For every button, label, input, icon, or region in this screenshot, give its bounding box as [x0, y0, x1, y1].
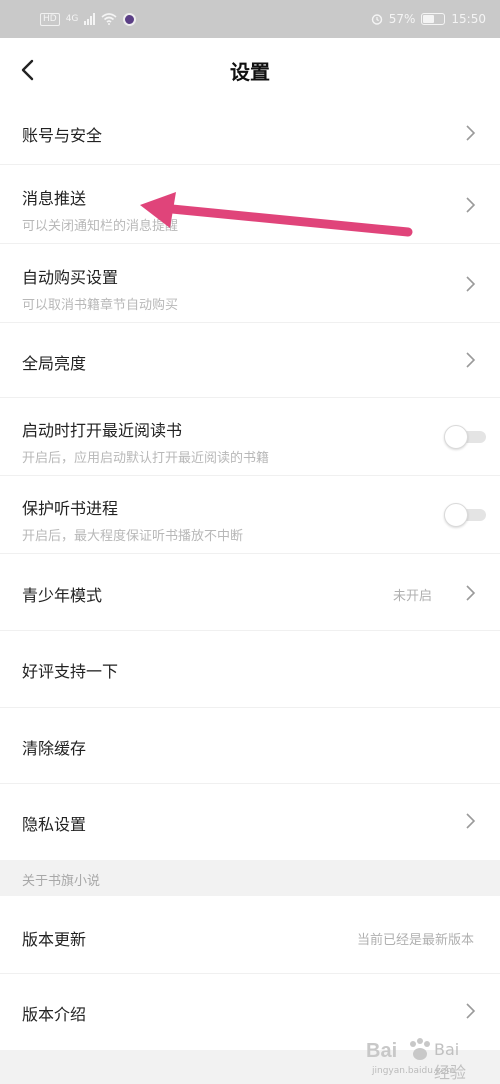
- row-title: 好评支持一下: [22, 662, 119, 681]
- section-header-about: 关于书旗小说: [0, 860, 500, 896]
- chevron-right-icon: [464, 584, 476, 602]
- app-notification-icon: [123, 12, 137, 26]
- settings-row-privacy[interactable]: 隐私设置: [0, 784, 500, 860]
- row-title: 自动购买设置: [22, 268, 119, 287]
- watermark-caption: jingyan.baidu.com: [372, 1066, 456, 1076]
- row-title: 启动时打开最近阅读书: [22, 421, 183, 440]
- row-title: 消息推送: [22, 189, 87, 208]
- alarm-icon: [371, 14, 382, 25]
- row-value: 当前已经是最新版本: [356, 933, 474, 948]
- row-title: 全局亮度: [22, 354, 87, 373]
- row-title: 保护听书进程: [22, 499, 119, 518]
- chevron-right-icon: [464, 275, 476, 293]
- settings-row-auto-purchase[interactable]: 自动购买设置 可以取消书籍章节自动购买: [0, 244, 500, 323]
- status-left: HD 4G: [40, 11, 137, 27]
- network-label: 4G: [65, 14, 79, 24]
- row-title: 隐私设置: [22, 815, 87, 834]
- row-title: 版本更新: [22, 930, 87, 949]
- row-title: 账号与安全: [22, 126, 103, 145]
- battery-icon: [421, 13, 446, 25]
- page-title: 设置: [230, 60, 270, 84]
- settings-row-protect-audio: 保护听书进程 开启后，最大程度保证听书播放不中断: [0, 476, 500, 554]
- status-right: 57% 15:50: [371, 11, 486, 27]
- chevron-right-icon: [464, 196, 476, 214]
- open-recent-toggle[interactable]: [444, 425, 486, 449]
- settings-row-brightness[interactable]: 全局亮度: [0, 323, 500, 398]
- settings-row-teen-mode[interactable]: 青少年模式 未开启: [0, 554, 500, 631]
- section-header-label: 关于书旗小说: [22, 874, 101, 889]
- signal-icon: [84, 13, 96, 25]
- row-subtitle: 可以取消书籍章节自动购买: [22, 298, 179, 313]
- battery-percent: 57%: [388, 12, 416, 26]
- chevron-right-icon: [464, 1002, 476, 1020]
- status-bar: HD 4G 57% 15:50: [0, 0, 500, 38]
- row-subtitle: 开启后，应用启动默认打开最近阅读的书籍: [22, 451, 270, 466]
- row-title: 青少年模式: [22, 586, 103, 605]
- settings-row-rate[interactable]: 好评支持一下: [0, 631, 500, 708]
- wifi-icon: [101, 13, 117, 25]
- chevron-right-icon: [464, 812, 476, 830]
- chevron-right-icon: [464, 124, 476, 142]
- settings-row-open-recent: 启动时打开最近阅读书 开启后，应用启动默认打开最近阅读的书籍: [0, 398, 500, 476]
- nav-bar: 设置: [0, 38, 500, 102]
- protect-audio-toggle[interactable]: [444, 503, 486, 527]
- row-value: 未开启: [392, 589, 432, 604]
- chevron-right-icon: [464, 351, 476, 369]
- settings-row-push[interactable]: 消息推送 可以关闭通知栏的消息提醒: [0, 165, 500, 244]
- svg-text:Bai: Bai: [366, 1040, 397, 1062]
- row-title: 版本介绍: [22, 1005, 87, 1024]
- about-list: 版本更新 当前已经是最新版本 版本介绍: [0, 896, 500, 1050]
- row-subtitle: 开启后，最大程度保证听书播放不中断: [22, 529, 244, 544]
- settings-row-clear-cache[interactable]: 清除缓存: [0, 708, 500, 784]
- row-title: 清除缓存: [22, 739, 87, 758]
- settings-list: 账号与安全 消息推送 可以关闭通知栏的消息提醒 自动购买设置 可以取消书籍章节自…: [0, 102, 500, 860]
- watermark-text: Bai 经验: [434, 1040, 467, 1082]
- row-subtitle: 可以关闭通知栏的消息提醒: [22, 219, 179, 234]
- settings-row-version-update[interactable]: 版本更新 当前已经是最新版本: [0, 896, 500, 974]
- sim-hd-icon: HD: [40, 12, 60, 26]
- settings-row-account[interactable]: 账号与安全: [0, 102, 500, 165]
- clock: 15:50: [451, 12, 486, 26]
- baidu-watermark: Bai Bai 经验: [364, 1032, 476, 1082]
